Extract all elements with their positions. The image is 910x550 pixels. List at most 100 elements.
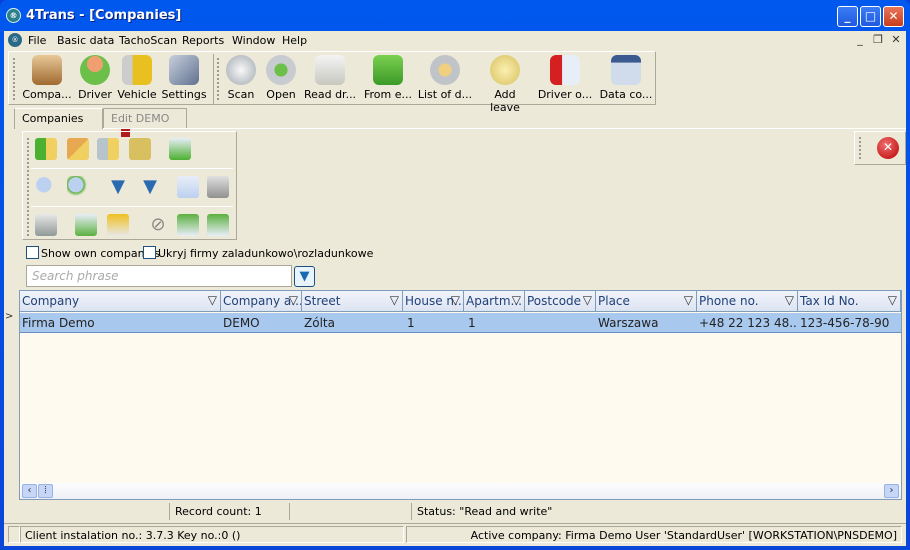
search-input[interactable]: Search phrase (26, 265, 292, 287)
cell-company-abbr: DEMO (223, 316, 260, 330)
clear-filter-icon[interactable]: ⊘ (147, 214, 169, 236)
print-icon[interactable] (207, 176, 229, 198)
scan-button[interactable]: Scan (223, 55, 259, 101)
companies-grid: Company ▽ Company a... ▽ Street ▽ House n..… (19, 290, 902, 500)
scroll-left-button[interactable]: ‹ (22, 484, 37, 498)
companies-icon (32, 55, 62, 85)
app-status-bar: Client instalation no.: 3.7.3 Key no.:0 … (4, 523, 906, 543)
menu-window[interactable]: Window (232, 34, 275, 47)
client-installation: Client instalation no.: 3.7.3 Key no.:0 … (20, 526, 404, 543)
from-external-button[interactable]: From e... (363, 55, 413, 101)
horizontal-scrollbar[interactable]: ‹ ⦙ › (20, 483, 901, 499)
companies-button[interactable]: Compa... (21, 55, 73, 101)
menu-file[interactable]: File (28, 34, 46, 47)
close-button[interactable]: ✕ (883, 6, 904, 27)
open-icon (266, 55, 296, 85)
search-filter-button[interactable]: ▼ (294, 266, 315, 287)
mdi-restore-button[interactable]: ❐ (871, 33, 885, 47)
column-company-abbr[interactable]: Company a... ▽ (221, 291, 302, 312)
app-logo-icon[interactable]: ® (6, 8, 21, 23)
cell-street: Zólta (304, 316, 335, 330)
close-panel-button[interactable]: ✕ (877, 137, 899, 159)
close-panel-box: ✕ (854, 131, 906, 165)
open-button[interactable]: Open (263, 55, 299, 101)
mdi-minimize-button[interactable]: _ (853, 33, 867, 47)
minimize-button[interactable]: _ (837, 6, 858, 27)
layout-icon[interactable] (107, 214, 129, 236)
client-area: ® File Basic data TachoScan Reports Wind… (4, 31, 906, 546)
tab-edit-demo[interactable]: Edit DEMO (103, 108, 187, 137)
filter-icon[interactable]: ▽ (390, 293, 399, 307)
add-leave-button[interactable]: Add leave (479, 55, 531, 114)
vehicle-button[interactable]: Vehicle (117, 55, 157, 101)
column-phone[interactable]: Phone no. ▽ (697, 291, 798, 312)
settings-button[interactable]: Settings (161, 55, 207, 101)
export-xml-icon[interactable] (207, 214, 229, 236)
filter-icon[interactable]: ▽ (888, 293, 897, 307)
filter-icon[interactable]: ▽ (583, 293, 592, 307)
driver-button[interactable]: Driver (77, 55, 113, 101)
scan-icon (226, 55, 256, 85)
scroll-thumb[interactable]: ⦙ (38, 484, 53, 498)
maximize-button[interactable]: □ (860, 6, 881, 27)
search-icon[interactable] (35, 176, 57, 198)
cell-postcode (525, 313, 596, 333)
edit-record-icon[interactable] (67, 138, 89, 160)
filter-icon[interactable]: ▽ (785, 293, 794, 307)
read-driver-card-button[interactable]: Read dr... (303, 55, 357, 101)
menu-basic-data[interactable]: Basic data (57, 34, 114, 47)
show-own-companies-checkbox[interactable]: Show own companies (26, 246, 160, 260)
toolbar-grip[interactable] (13, 58, 15, 100)
search-next-icon[interactable] (67, 176, 89, 198)
filter-icon[interactable]: ▽ (512, 293, 521, 307)
filter-icon[interactable]: ▽ (289, 293, 298, 307)
window-title: 4Trans - [Companies] (26, 8, 182, 23)
filter-icon[interactable]: ▼ (107, 176, 129, 198)
add-leave-icon (490, 55, 520, 85)
menu-reports[interactable]: Reports (182, 34, 224, 47)
filter-icon[interactable]: ▽ (684, 293, 693, 307)
access-status: Status: "Read and write" (411, 503, 902, 520)
title-bar: ® 4Trans - [Companies] _ □ ✕ (0, 0, 910, 32)
mdi-child-icon[interactable]: ® (8, 33, 22, 47)
records-toolbar-grip[interactable] (27, 138, 29, 236)
column-tax-id[interactable]: Tax Id No. ▽ (798, 291, 901, 312)
data-copy-button[interactable]: Data co... (599, 55, 653, 101)
new-card-icon[interactable] (35, 214, 57, 236)
read-driver-card-icon (315, 55, 345, 85)
column-street[interactable]: Street ▽ (302, 291, 403, 312)
driver-offences-button[interactable]: Driver o... (537, 55, 593, 101)
menu-help[interactable]: Help (282, 34, 307, 47)
filter-icon[interactable]: ▽ (208, 293, 217, 307)
export-icon[interactable] (169, 138, 191, 160)
add-record-icon[interactable] (35, 138, 57, 160)
scroll-right-button[interactable]: › (884, 484, 899, 498)
column-place[interactable]: Place ▽ (596, 291, 697, 312)
mdi-close-button[interactable]: ✕ (889, 33, 903, 47)
copy-record-icon[interactable] (129, 138, 151, 160)
preview-icon[interactable] (177, 176, 199, 198)
filter-icon[interactable]: ▽ (451, 293, 460, 307)
current-row-indicator: > (5, 311, 14, 322)
table-row[interactable]: Firma Demo DEMO Zólta 1 1 Warszawa +48 2… (20, 313, 901, 333)
column-house-no[interactable]: House n... ▽ (403, 291, 464, 312)
active-company: Active company: Firma Demo User 'Standar… (406, 526, 902, 543)
tab-companies[interactable]: Companies (14, 108, 103, 129)
list-of-data-button[interactable]: List of d... (417, 55, 473, 101)
menu-tachoscan[interactable]: TachoScan (119, 34, 177, 47)
data-copy-icon (611, 55, 641, 85)
grid-status-bar: Record count: 1 Status: "Read and write" (19, 502, 902, 521)
toolbar-grip-2[interactable] (217, 58, 219, 100)
import-xml-icon[interactable] (177, 214, 199, 236)
column-postcode[interactable]: Postcode ▽ (525, 291, 596, 312)
column-company[interactable]: Company ▽ (20, 291, 221, 312)
refresh-icon[interactable] (75, 214, 97, 236)
delete-record-icon[interactable] (97, 138, 119, 160)
from-external-icon (373, 55, 403, 85)
hide-loading-companies-checkbox[interactable]: Ukryj firmy zaladunkowo\rozladunkowe (143, 246, 373, 260)
column-apartment[interactable]: Apartm... ▽ (464, 291, 525, 312)
save-filter-icon[interactable]: ▼ (139, 176, 161, 198)
driver-offences-icon (550, 55, 580, 85)
settings-icon (169, 55, 199, 85)
cell-phone: +48 22 123 48... (699, 316, 798, 330)
